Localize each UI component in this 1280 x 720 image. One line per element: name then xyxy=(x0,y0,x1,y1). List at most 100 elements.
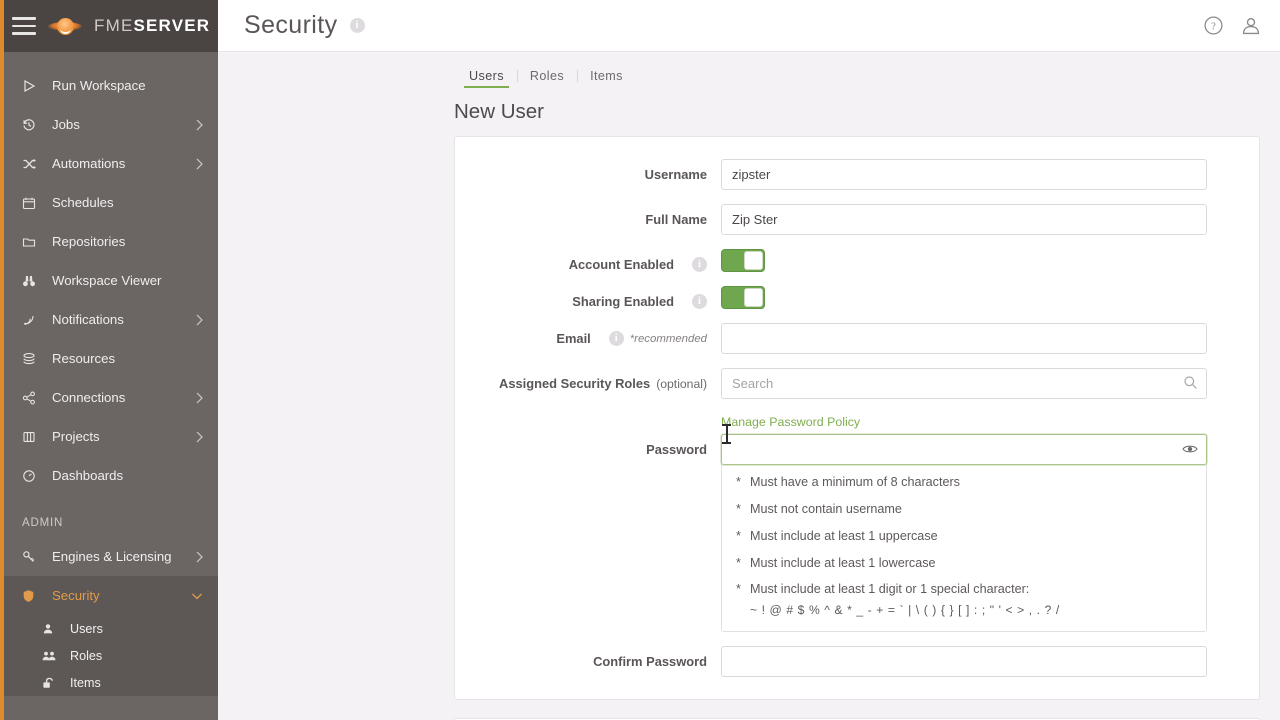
sidebar-item-dashboards[interactable]: Dashboards xyxy=(0,456,218,495)
rule-bullet: * xyxy=(736,528,741,543)
brand-bar: FMESERVER xyxy=(0,0,218,52)
chevron-right-icon xyxy=(194,550,204,564)
confirm-password-input[interactable] xyxy=(721,646,1207,678)
history-clock-icon xyxy=(22,118,44,132)
rss-feed-icon xyxy=(22,313,44,327)
main-content: Security i ? Users Roles Items New User … xyxy=(218,0,1280,720)
sidebar-item-label: Workspace Viewer xyxy=(52,273,162,288)
info-icon[interactable]: i xyxy=(608,331,624,346)
full-name-input[interactable] xyxy=(721,204,1207,235)
form-row-password: Password Manage Password Policy * Must h… xyxy=(455,413,1259,633)
chevron-right-icon xyxy=(194,157,204,171)
password-rule: * Must include at least 1 lowercase xyxy=(736,556,1192,571)
sidebar-item-projects[interactable]: Projects xyxy=(0,417,218,456)
assigned-roles-label: Assigned Security Roles (optional) xyxy=(455,368,721,391)
sidebar-item-run-workspace[interactable]: Run Workspace xyxy=(0,66,218,105)
password-label: Password xyxy=(646,442,707,457)
sidebar-nav: Run Workspace Jobs Automations Schedules… xyxy=(0,0,218,720)
brand-title: FMESERVER xyxy=(94,16,210,36)
form-row-confirm-password: Confirm Password xyxy=(455,646,1259,678)
info-icon[interactable]: i xyxy=(349,18,365,33)
manage-password-policy-link[interactable]: Manage Password Policy xyxy=(721,415,860,429)
top-bar: Security i ? xyxy=(218,0,1280,52)
email-text: Email xyxy=(556,331,591,346)
sidebar-item-label: Dashboards xyxy=(52,468,124,483)
sidebar-item-label: Resources xyxy=(52,351,116,366)
sidebar-item-roles[interactable]: Roles xyxy=(0,642,218,669)
sidebar-item-label: Engines & Licensing xyxy=(52,549,172,564)
unlock-icon xyxy=(42,677,62,689)
shuffle-arrows-icon xyxy=(22,157,44,171)
username-input[interactable] xyxy=(721,159,1207,190)
account-enabled-label: Account Enabled i xyxy=(455,249,721,272)
section-title: New User xyxy=(454,100,544,123)
password-rule: * Must not contain username xyxy=(736,501,1192,517)
password-input[interactable] xyxy=(721,434,1207,465)
sidebar-subnav-security: Users Roles Items xyxy=(0,0,218,720)
chevron-right-icon xyxy=(194,118,204,132)
email-input[interactable] xyxy=(721,323,1207,354)
assigned-roles-search-input[interactable] xyxy=(721,368,1207,399)
shield-icon xyxy=(22,589,44,603)
calendar-icon xyxy=(22,196,44,210)
assigned-roles-text: Assigned Security Roles xyxy=(499,376,651,391)
sidebar-item-label: Notifications xyxy=(52,312,124,327)
info-icon[interactable]: i xyxy=(692,257,707,272)
account-enabled-toggle[interactable] xyxy=(721,249,765,272)
sidebar-item-label: Jobs xyxy=(52,117,80,132)
password-rule: * Must include at least 1 uppercase xyxy=(736,528,1192,544)
tab-users[interactable]: Users xyxy=(456,69,517,88)
form-row-account-enabled: Account Enabled i xyxy=(455,249,1259,272)
rule-text: Must include at least 1 digit or 1 speci… xyxy=(750,582,1030,597)
rule-text: Must not contain username xyxy=(750,501,902,516)
sidebar-item-schedules[interactable]: Schedules xyxy=(0,183,218,222)
sidebar-item-connections[interactable]: Connections xyxy=(0,378,218,417)
layers-stack-icon xyxy=(22,352,44,366)
sidebar-item-items[interactable]: Items xyxy=(0,669,218,696)
page-title: Security xyxy=(244,11,338,39)
assigned-roles-optional: (optional) xyxy=(656,376,707,391)
sidebar-item-label: Run Workspace xyxy=(52,78,146,93)
sidebar-subitem-label: Items xyxy=(70,675,101,690)
sidebar-item-workspace-viewer[interactable]: Workspace Viewer xyxy=(0,261,218,300)
full-name-label: Full Name xyxy=(645,212,707,227)
sidebar-item-engines-licensing[interactable]: Engines & Licensing xyxy=(0,537,218,576)
email-recommended-note: *recommended xyxy=(629,332,707,345)
sharing-enabled-toggle[interactable] xyxy=(721,286,765,309)
sidebar-item-notifications[interactable]: Notifications xyxy=(0,300,218,339)
brand-fme: FME xyxy=(94,16,134,35)
sidebar-item-jobs[interactable]: Jobs xyxy=(0,105,218,144)
sidebar-item-repositories[interactable]: Repositories xyxy=(0,222,218,261)
help-circle-icon[interactable]: ? xyxy=(1203,15,1224,36)
password-rule: * Must include at least 1 digit or 1 spe… xyxy=(736,583,1192,597)
form-row-username: Username xyxy=(455,159,1259,190)
email-label: Email i *recommended xyxy=(455,323,721,346)
hamburger-menu-icon[interactable] xyxy=(12,17,36,35)
folder-icon xyxy=(22,235,44,249)
sidebar-item-automations[interactable]: Automations xyxy=(0,144,218,183)
sidebar-section-admin: ADMIN xyxy=(22,517,64,529)
sidebar-item-security[interactable]: Security xyxy=(0,576,218,615)
sidebar-item-label: Automations xyxy=(52,156,126,171)
password-rule: * Must have a minimum of 8 characters xyxy=(736,475,1192,490)
chevron-right-icon xyxy=(194,430,204,444)
new-user-form-card: Username Full Name Account Enabled i xyxy=(454,136,1260,701)
rule-bullet: * xyxy=(736,501,741,516)
password-requirements-panel: * Must have a minimum of 8 characters * … xyxy=(721,464,1207,633)
users-group-icon xyxy=(42,650,62,662)
chevron-right-icon xyxy=(194,313,204,327)
sidebar-subitem-label: Roles xyxy=(70,648,103,663)
sidebar-item-users[interactable]: Users xyxy=(0,615,218,642)
eye-icon[interactable] xyxy=(1182,442,1198,460)
book-columns-icon xyxy=(22,430,44,444)
user-account-icon[interactable] xyxy=(1240,15,1262,37)
sharing-enabled-label: Sharing Enabled i xyxy=(455,286,721,309)
rule-bullet: * xyxy=(736,475,741,489)
app-root: FMESERVER Run Workspace Jobs Automations… xyxy=(0,0,1280,720)
info-icon[interactable]: i xyxy=(692,294,707,309)
tab-roles[interactable]: Roles xyxy=(516,69,577,88)
sidebar-item-resources[interactable]: Resources xyxy=(0,339,218,378)
sidebar-item-label: Connections xyxy=(52,390,126,405)
form-row-sharing-enabled: Sharing Enabled i xyxy=(455,286,1259,309)
tab-items[interactable]: Items xyxy=(577,69,636,88)
